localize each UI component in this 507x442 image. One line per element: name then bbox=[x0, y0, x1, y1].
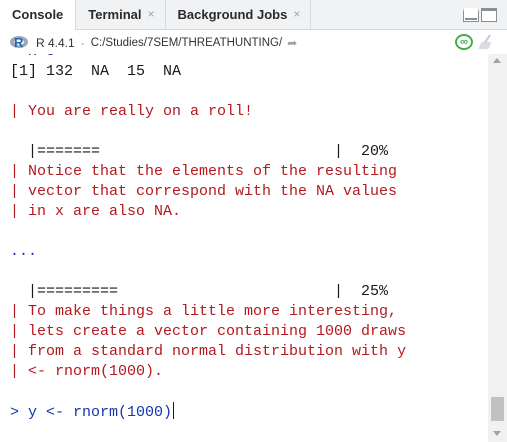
console-line: | from a standard normal distribution wi… bbox=[10, 343, 407, 360]
broom-icon[interactable] bbox=[479, 34, 495, 50]
tab-terminal-label: Terminal bbox=[88, 6, 142, 22]
console-line: [1] 132 NA 15 NA bbox=[10, 63, 182, 80]
tab-console-label: Console bbox=[12, 7, 64, 22]
progress-line: |======= | 20% bbox=[10, 143, 389, 160]
tab-background-jobs-label: Background Jobs bbox=[177, 6, 288, 22]
scroll-up-icon[interactable] bbox=[493, 58, 501, 63]
tab-console[interactable]: Console bbox=[0, 0, 77, 30]
close-icon[interactable]: × bbox=[148, 7, 155, 21]
console-output[interactable]: > x^3 [1] 132 NA 15 NA | You are really … bbox=[0, 54, 487, 442]
console-toolbar: ∞ bbox=[455, 34, 495, 50]
console-line: | Notice that the elements of the result… bbox=[10, 163, 398, 180]
pane-window-controls bbox=[463, 8, 497, 22]
console-input[interactable]: > y <- rnorm(1000) bbox=[10, 404, 172, 421]
tab-background-jobs[interactable]: Background Jobs × bbox=[166, 0, 312, 29]
console-line: | To make things a little more interesti… bbox=[10, 303, 398, 320]
scrollbar-thumb[interactable] bbox=[491, 397, 504, 421]
r-logo-letter: R bbox=[14, 34, 24, 50]
console-line: | lets create a vector containing 1000 d… bbox=[10, 323, 407, 340]
tab-terminal[interactable]: Terminal × bbox=[76, 0, 166, 29]
console-scrollbar[interactable] bbox=[488, 54, 507, 442]
console-line: | You are really on a roll! bbox=[10, 103, 254, 120]
close-icon[interactable]: × bbox=[293, 7, 300, 21]
console-line: | <- rnorm(1000). bbox=[10, 363, 164, 380]
working-directory[interactable]: C:/Studies/7SEM/THREATHUNTING/ bbox=[91, 37, 283, 49]
separator: · bbox=[80, 35, 85, 50]
go-to-directory-icon[interactable]: ➦ bbox=[287, 36, 297, 50]
r-logo-icon: R bbox=[10, 34, 28, 50]
progress-line: |========= | 25% bbox=[10, 283, 389, 300]
r-version: R 4.4.1 bbox=[36, 35, 75, 50]
console-line: > x^3 bbox=[10, 54, 487, 62]
pane-tab-bar: Console Terminal × Background Jobs × bbox=[0, 0, 507, 30]
text-cursor bbox=[173, 402, 175, 419]
console-path-bar: R R 4.4.1 · C:/Studies/7SEM/THREATHUNTIN… bbox=[0, 31, 507, 54]
console-line: ... bbox=[10, 243, 38, 260]
maximize-icon[interactable] bbox=[481, 8, 497, 22]
console-line: | vector that correspond with the NA val… bbox=[10, 183, 398, 200]
console-input-line[interactable]: > y <- rnorm(1000) bbox=[10, 402, 487, 422]
scroll-down-icon[interactable] bbox=[493, 431, 501, 436]
minimize-icon[interactable] bbox=[463, 8, 479, 22]
infinity-icon[interactable]: ∞ bbox=[455, 34, 473, 50]
console-line: | in x are also NA. bbox=[10, 203, 182, 220]
